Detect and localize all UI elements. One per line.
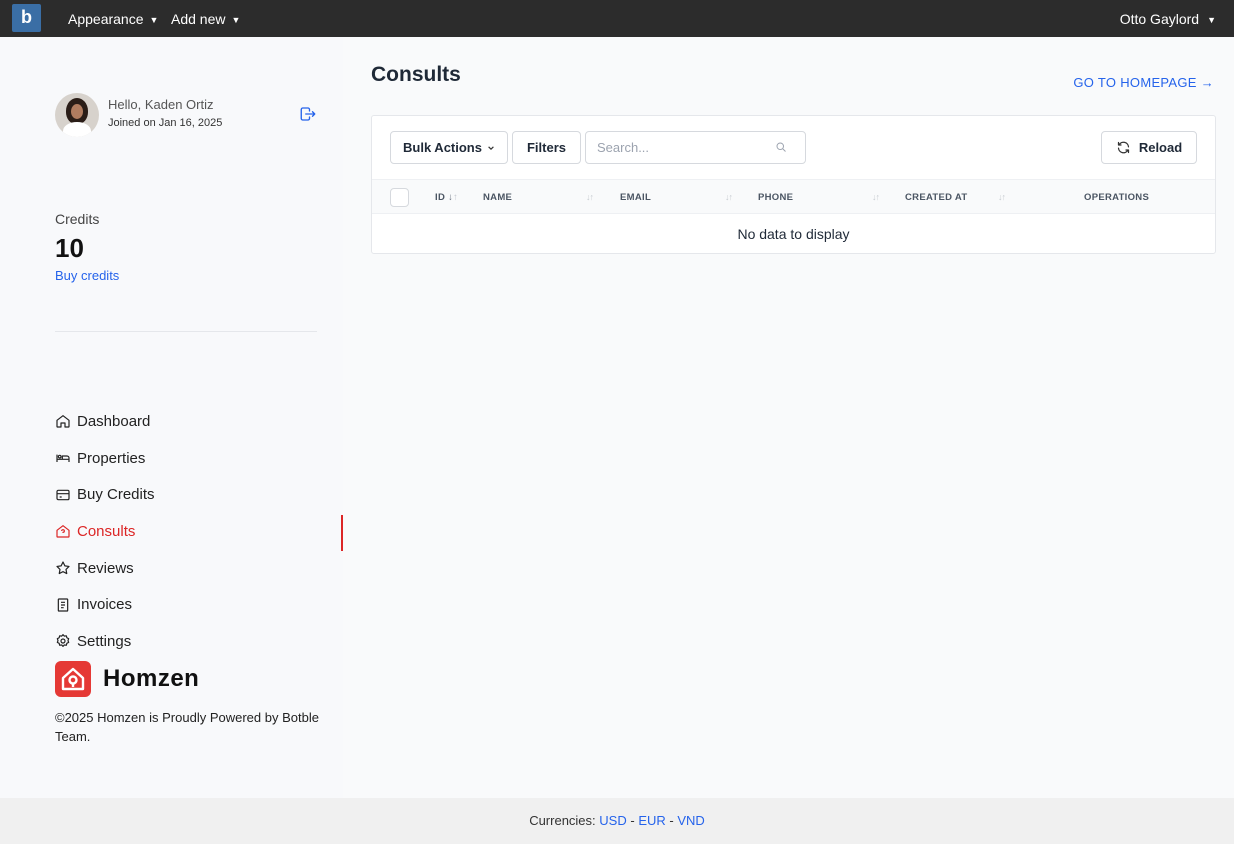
sort-icon[interactable]: ↓↑ xyxy=(872,192,880,202)
page-title: Consults xyxy=(371,63,461,86)
sidebar-item-buy-credits[interactable]: Buy Credits xyxy=(55,476,343,513)
currency-usd-link[interactable]: USD xyxy=(599,813,626,828)
botble-logo[interactable]: b xyxy=(12,4,41,32)
profile-joined-date: Joined on Jan 16, 2025 xyxy=(108,117,223,129)
filters-button[interactable]: Filters xyxy=(512,131,581,164)
select-all-checkbox[interactable] xyxy=(390,188,409,207)
add-new-menu-label: Add new xyxy=(171,11,226,27)
consults-table-card: Bulk Actions Filters Reload ID ↓↑ NAME ↓… xyxy=(371,115,1216,254)
user-name: Otto Gaylord xyxy=(1119,11,1200,27)
sidebar-item-dashboard[interactable]: Dashboard xyxy=(55,403,343,440)
profile-card: Hello, Kaden Ortiz Joined on Jan 16, 202… xyxy=(55,93,317,137)
credits-label: Credits xyxy=(55,211,100,227)
admin-topbar: b Appearance ▼ Add new ▼ Otto Gaylord ▼ xyxy=(0,0,1234,37)
currency-vnd-link[interactable]: VND xyxy=(677,813,704,828)
credits-value: 10 xyxy=(55,233,84,263)
home-question-icon xyxy=(56,525,70,539)
sidebar-item-reviews[interactable]: Reviews xyxy=(55,550,343,587)
table-toolbar: Bulk Actions Filters Reload xyxy=(372,116,1215,179)
copyright-text: ©2025 Homzen is Proudly Powered by Botbl… xyxy=(55,710,319,744)
chevron-down-icon xyxy=(488,145,494,150)
sidebar-item-label: Dashboard xyxy=(77,412,151,430)
sidebar-item-settings[interactable]: Settings xyxy=(55,623,343,660)
buy-credits-link[interactable]: Buy credits xyxy=(55,268,119,283)
caret-down-icon: ▼ xyxy=(231,15,241,25)
brand-name: Homzen xyxy=(103,665,200,692)
divider xyxy=(55,331,317,332)
credit-card-icon xyxy=(56,489,70,500)
sidebar-item-label: Consults xyxy=(77,522,136,540)
table-header: ID ↓↑ NAME ↓↑ EMAIL ↓↑ PHONE ↓↑ CREATED … xyxy=(372,179,1215,214)
avatar xyxy=(55,93,99,137)
sidebar-item-properties[interactable]: Properties xyxy=(55,440,343,477)
user-menu[interactable]: Otto Gaylord ▼ xyxy=(1120,11,1216,27)
go-to-homepage-link[interactable]: GO TO HOMEPAGE → xyxy=(1073,75,1214,90)
gear-icon xyxy=(56,634,70,648)
bulk-actions-label: Bulk Actions xyxy=(403,140,482,155)
sort-icon[interactable]: ↓↑ xyxy=(586,192,594,202)
sidebar-item-label: Buy Credits xyxy=(77,486,155,504)
brand-logo[interactable]: Homzen xyxy=(55,661,199,697)
receipt-icon xyxy=(57,598,69,612)
search-input[interactable] xyxy=(597,140,772,155)
reload-label: Reload xyxy=(1138,140,1183,155)
bed-icon xyxy=(56,454,70,463)
currency-eur-link[interactable]: EUR xyxy=(638,813,665,828)
search-box xyxy=(585,131,806,164)
appearance-menu[interactable]: Appearance ▼ xyxy=(68,11,158,27)
sidebar: Hello, Kaden Ortiz Joined on Jan 16, 202… xyxy=(0,37,343,798)
logout-icon[interactable] xyxy=(299,105,317,123)
column-header-phone[interactable]: PHONE xyxy=(758,192,793,203)
currencies-label: Currencies: xyxy=(529,813,596,828)
bulk-actions-button[interactable]: Bulk Actions xyxy=(390,131,508,164)
profile-greeting: Hello, Kaden Ortiz xyxy=(108,97,214,112)
column-header-id[interactable]: ID ↓↑ xyxy=(435,192,458,203)
sort-asc-icon: ↑ xyxy=(453,192,459,203)
sidebar-item-label: Properties xyxy=(77,449,146,467)
home-icon xyxy=(56,415,70,428)
sidebar-item-label: Settings xyxy=(77,632,132,650)
sidebar-item-invoices[interactable]: Invoices xyxy=(55,586,343,623)
main-content: Consults GO TO HOMEPAGE → Bulk Actions F… xyxy=(343,37,1234,798)
caret-down-icon: ▼ xyxy=(1207,15,1216,25)
sidebar-item-label: Reviews xyxy=(77,559,134,577)
add-new-menu[interactable]: Add new ▼ xyxy=(171,11,240,27)
column-header-operations: OPERATIONS xyxy=(1084,192,1150,203)
column-header-label: ID xyxy=(435,192,446,203)
caret-down-icon: ▼ xyxy=(149,15,159,25)
column-header-created-at[interactable]: CREATED AT xyxy=(905,192,967,203)
search-icon[interactable] xyxy=(775,141,787,153)
sidebar-item-label: Invoices xyxy=(77,596,133,614)
refresh-icon xyxy=(1117,141,1129,154)
sort-icon[interactable]: ↓↑ xyxy=(725,192,733,202)
sidebar-nav: Dashboard Properties Buy Credits Consult… xyxy=(55,403,343,660)
empty-table-message: No data to display xyxy=(737,226,850,242)
star-icon xyxy=(56,561,70,575)
currency-footer: Currencies: USD - EUR - VND xyxy=(0,798,1234,844)
column-header-name[interactable]: NAME xyxy=(483,192,512,203)
column-header-email[interactable]: EMAIL xyxy=(620,192,651,203)
homzen-logo-icon xyxy=(55,661,91,697)
appearance-menu-label: Appearance xyxy=(68,11,144,27)
reload-button[interactable]: Reload xyxy=(1101,131,1197,164)
sort-icon[interactable]: ↓↑ xyxy=(998,192,1006,202)
sidebar-item-consults[interactable]: Consults xyxy=(55,513,343,551)
